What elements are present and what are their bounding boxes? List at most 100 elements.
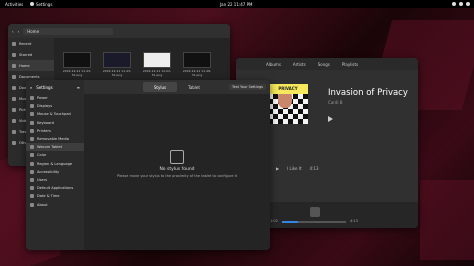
sidebar-item-power[interactable]: Power — [26, 94, 84, 102]
empty-state: No stylus found Please move your stylus … — [84, 150, 270, 178]
tablet-icon — [30, 145, 34, 150]
files-sidebar-item[interactable]: Starred — [8, 49, 54, 60]
menu-icon[interactable]: ≡ — [77, 85, 80, 90]
file-thumbnail[interactable]: 2022-12-21 11-43-52.png — [102, 52, 132, 77]
test-settings-button[interactable]: Test Your Settings — [229, 84, 266, 90]
empty-title: No stylus found — [159, 167, 195, 172]
track-time: 4:13 — [309, 166, 319, 171]
accessibility-icon — [30, 169, 34, 174]
tab-songs[interactable]: Songs — [318, 62, 330, 67]
sidebar-item-default-apps[interactable]: Default Applications — [26, 184, 84, 192]
stylus-icon — [170, 150, 184, 164]
settings-window: ⌕ Settings ≡ Power Displays Mouse & Touc… — [26, 80, 270, 250]
sidebar-item-mouse[interactable]: Mouse & Touchpad — [26, 110, 84, 118]
image-preview — [183, 52, 211, 68]
users-icon — [30, 177, 34, 182]
image-preview — [63, 52, 91, 68]
app-menu-label: Settings — [36, 1, 53, 7]
power-icon — [30, 96, 34, 101]
documents-icon — [12, 74, 16, 79]
color-icon — [30, 153, 34, 158]
locations-icon — [12, 140, 16, 145]
display-icon — [30, 104, 34, 109]
album-cover[interactable]: PRIVACY — [268, 84, 308, 124]
sidebar-item-users[interactable]: Users — [26, 176, 84, 184]
keyboard-icon — [30, 120, 34, 125]
album-title: Invasion of Privacy — [328, 88, 408, 98]
power-icon — [466, 2, 470, 6]
sidebar-item-keyboard[interactable]: Keyboard — [26, 119, 84, 127]
path-bar[interactable]: Home — [23, 27, 114, 35]
sidebar-item-about[interactable]: About — [26, 200, 84, 208]
play-album-icon[interactable] — [328, 116, 333, 122]
clock-icon — [30, 194, 34, 199]
back-icon[interactable]: ‹ — [12, 29, 14, 34]
tab-tablet[interactable]: Tablet — [177, 82, 211, 92]
media-icon — [30, 137, 34, 142]
pictures-icon — [12, 107, 16, 112]
music-tabs: Albums Artists Songs Playlists — [236, 58, 418, 70]
progress-bar[interactable] — [282, 221, 346, 223]
cover-title: PRIVACY — [268, 84, 308, 94]
sidebar-item-removable-media[interactable]: Removable Media — [26, 135, 84, 143]
star-icon — [12, 52, 16, 57]
time-total: 4:13 — [350, 219, 358, 223]
progress-fill — [282, 221, 298, 223]
play-track-icon[interactable]: ▶ — [276, 166, 279, 171]
settings-sidebar-header: ⌕ Settings ≡ — [26, 80, 84, 94]
track-row[interactable]: ▶ I Like It 4:13 — [276, 166, 319, 171]
sidebar-item-printers[interactable]: Printers — [26, 127, 84, 135]
files-header: ‹ › Home — [8, 24, 230, 38]
settings-header: Stylus Tablet Test Your Settings — [84, 80, 270, 94]
tab-albums[interactable]: Albums — [266, 62, 281, 67]
settings-main: Stylus Tablet Test Your Settings No styl… — [84, 80, 270, 250]
top-bar: Activities Settings Jan 22 11:47 PM — [0, 0, 474, 8]
volume-icon — [459, 2, 463, 6]
region-icon — [30, 161, 34, 166]
time-elapsed: 1:02 — [270, 219, 278, 223]
sidebar-item-region[interactable]: Region & Language — [26, 160, 84, 168]
image-preview — [103, 52, 131, 68]
trash-icon — [12, 129, 16, 134]
app-menu[interactable]: Settings — [30, 2, 52, 7]
pause-button[interactable] — [310, 207, 320, 217]
home-icon — [12, 63, 16, 68]
downloads-icon — [12, 85, 16, 90]
network-icon — [452, 2, 456, 6]
recent-icon — [12, 41, 16, 46]
wallpaper-shape — [420, 180, 474, 260]
empty-description: Please move your stylus to the proximity… — [116, 174, 238, 178]
apps-icon — [30, 186, 34, 191]
file-grid: 2022-12-21 11-43-52.png 2022-12-21 11-43… — [62, 52, 212, 77]
music-icon — [12, 96, 16, 101]
forward-icon[interactable]: › — [18, 29, 20, 34]
track-title: I Like It — [287, 166, 302, 171]
sidebar-item-color[interactable]: Color — [26, 151, 84, 159]
sidebar-item-accessibility[interactable]: Accessibility — [26, 168, 84, 176]
sidebar-item-date-time[interactable]: Date & Time — [26, 192, 84, 200]
tab-playlists[interactable]: Playlists — [342, 62, 358, 67]
file-thumbnail[interactable]: 2022-12-21 11-43-52.png — [62, 52, 92, 77]
file-thumbnail[interactable]: 2022-12-21 11-48-31.png — [182, 52, 212, 77]
album-artist: Cardi B — [328, 100, 343, 105]
file-thumbnail[interactable]: 2022-12-21 12-02-51.png — [142, 52, 172, 77]
settings-sidebar: ⌕ Settings ≡ Power Displays Mouse & Touc… — [26, 80, 84, 250]
desktop: Activities Settings Jan 22 11:47 PM ‹ › … — [0, 0, 474, 266]
system-tray[interactable] — [452, 2, 470, 6]
tab-artists[interactable]: Artists — [293, 62, 306, 67]
files-sidebar-item[interactable]: Home — [8, 60, 54, 71]
tab-stylus[interactable]: Stylus — [143, 82, 177, 92]
printer-icon — [30, 128, 34, 133]
settings-app-icon — [30, 2, 34, 6]
videos-icon — [12, 118, 16, 123]
activities-button[interactable]: Activities — [5, 2, 23, 7]
settings-title: Settings — [36, 84, 53, 90]
info-icon — [30, 202, 34, 207]
image-preview — [143, 52, 171, 68]
sidebar-item-wacom-tablet[interactable]: Wacom Tablet — [26, 143, 84, 152]
clock[interactable]: Jan 22 11:47 PM — [220, 2, 252, 7]
files-sidebar-item[interactable]: Recent — [8, 38, 54, 49]
mouse-icon — [30, 112, 34, 117]
sidebar-item-displays[interactable]: Displays — [26, 102, 84, 110]
search-icon[interactable]: ⌕ — [30, 85, 32, 90]
